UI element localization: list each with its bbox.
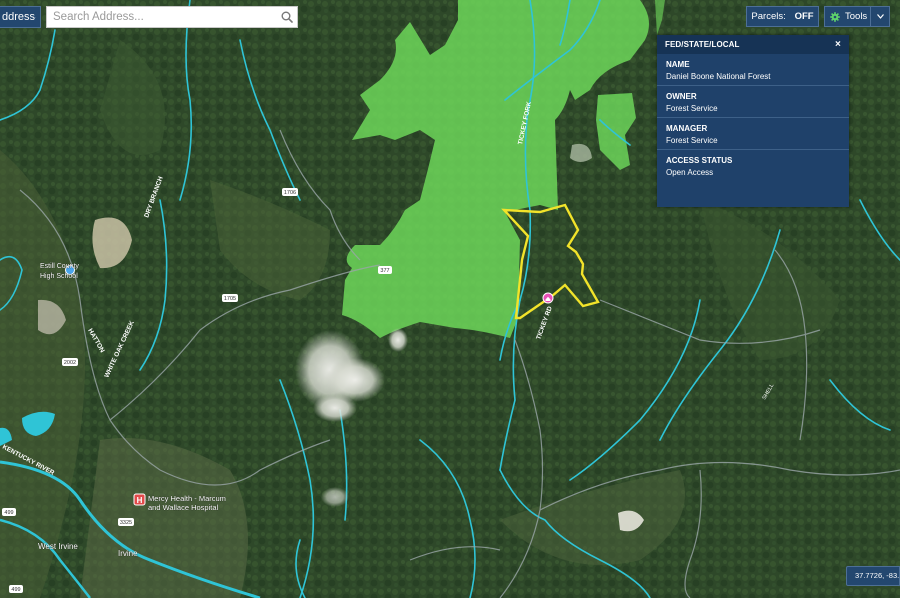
close-icon[interactable]: × bbox=[835, 39, 841, 50]
search-input[interactable] bbox=[47, 7, 277, 27]
info-label: OWNER bbox=[666, 92, 697, 101]
svg-text:377: 377 bbox=[380, 268, 389, 274]
info-value: Open Access bbox=[666, 168, 714, 177]
svg-text:1705: 1705 bbox=[224, 296, 236, 302]
search-icon[interactable] bbox=[277, 7, 297, 27]
parcels-label: Parcels: bbox=[751, 11, 786, 22]
coordinate-readout: 37.7726, -83.8 bbox=[846, 566, 900, 586]
town-label: Irvine bbox=[118, 549, 138, 558]
tools-label: Tools bbox=[845, 11, 868, 22]
town-label: West Irvine bbox=[38, 542, 78, 551]
svg-text:1706: 1706 bbox=[284, 190, 296, 196]
route-shield: 1706 bbox=[282, 188, 298, 196]
feature-info-panel: FED/STATE/LOCAL × NAME Daniel Boone Nati… bbox=[657, 35, 849, 207]
svg-text:H: H bbox=[137, 496, 143, 505]
info-label: NAME bbox=[666, 60, 690, 69]
svg-text:3325: 3325 bbox=[120, 520, 132, 526]
search-box bbox=[46, 6, 298, 28]
gear-icon bbox=[830, 11, 840, 22]
svg-text:499: 499 bbox=[11, 587, 20, 593]
info-row-owner: OWNER Forest Service bbox=[657, 86, 849, 118]
info-row-manager: MANAGER Forest Service bbox=[657, 118, 849, 150]
chevron-down-icon bbox=[35, 16, 36, 18]
hospital-label: and Wallace Hospital bbox=[148, 503, 219, 512]
tools-dropdown-toggle[interactable] bbox=[870, 6, 890, 27]
address-search-label: ddress bbox=[2, 11, 36, 23]
route-shield: 2002 bbox=[62, 358, 78, 366]
school-label: Estill County bbox=[40, 263, 79, 270]
chevron-down-icon bbox=[877, 14, 884, 19]
route-shield: 3325 bbox=[118, 518, 134, 526]
info-value: Forest Service bbox=[666, 136, 718, 145]
info-row-access-status: ACCESS STATUS Open Access bbox=[657, 150, 849, 182]
route-shield: 377 bbox=[378, 266, 392, 274]
parcels-state: OFF bbox=[794, 11, 814, 22]
panel-title: FED/STATE/LOCAL bbox=[665, 40, 740, 49]
svg-text:499: 499 bbox=[4, 510, 13, 516]
info-value: Daniel Boone National Forest bbox=[666, 72, 771, 81]
home-marker-icon[interactable] bbox=[542, 292, 554, 304]
route-shield: 499 bbox=[2, 508, 16, 516]
info-value: Forest Service bbox=[666, 104, 718, 113]
parcels-toggle[interactable]: Parcels: OFF bbox=[746, 6, 819, 27]
info-label: ACCESS STATUS bbox=[666, 156, 733, 165]
address-search-button[interactable]: ddress bbox=[0, 6, 41, 28]
info-row-name: NAME Daniel Boone National Forest bbox=[657, 54, 849, 86]
info-label: MANAGER bbox=[666, 124, 708, 133]
school-label: High School bbox=[40, 273, 78, 280]
svg-text:2002: 2002 bbox=[64, 360, 76, 366]
hospital-label: Mercy Health - Marcum bbox=[148, 494, 226, 503]
hospital-marker-icon[interactable]: H bbox=[133, 493, 146, 506]
panel-header: FED/STATE/LOCAL × bbox=[657, 35, 849, 54]
route-shield: 1705 bbox=[222, 294, 238, 302]
route-shield: 499 bbox=[9, 585, 23, 593]
